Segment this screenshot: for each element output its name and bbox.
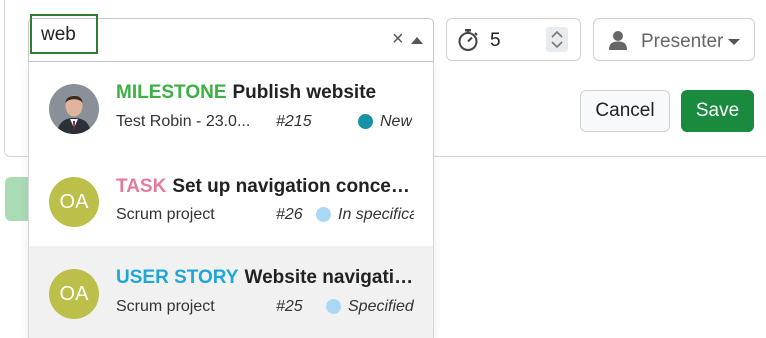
status-dot (326, 299, 341, 314)
result-number: #215 (276, 113, 312, 130)
status-dot (358, 114, 373, 129)
result-title: MILESTONE Publish website (116, 82, 377, 103)
person-icon (608, 30, 628, 55)
result-title: USER STORY Website navigation... (116, 267, 416, 288)
type-label: USER STORY (116, 267, 239, 288)
presenter-label: Presenter (641, 31, 724, 52)
number-stepper[interactable] (546, 27, 568, 52)
caret-up-icon[interactable] (411, 37, 423, 44)
result-number: #25 (276, 298, 303, 315)
avatar: OA (49, 269, 99, 319)
status-dot (316, 207, 331, 222)
result-meta: Test Robin - 23.0... (116, 113, 251, 130)
presenter-select[interactable]: Presenter (593, 18, 755, 61)
avatar (49, 84, 99, 134)
search-results-dropdown: MILESTONE Publish website Test Robin - 23… (28, 62, 434, 338)
stepper-down-icon[interactable] (551, 41, 563, 49)
estimate-field[interactable]: 5 (446, 18, 581, 61)
stopwatch-icon (457, 28, 479, 57)
result-title: TASK Set up navigation concept ... (116, 176, 416, 197)
stepper-up-icon[interactable] (551, 30, 563, 38)
result-meta: Scrum project (116, 206, 215, 223)
estimate-value[interactable]: 5 (490, 30, 501, 52)
type-label: TASK (116, 176, 167, 197)
result-item-highlighted[interactable]: OA USER STORY Website navigation... Scrum… (29, 246, 433, 338)
cancel-button[interactable]: Cancel (580, 90, 670, 132)
clear-icon[interactable]: × (392, 29, 404, 49)
result-item[interactable]: OA TASK Set up navigation concept ... Scr… (29, 154, 433, 246)
status-label: New (380, 113, 413, 130)
result-meta: Scrum project (116, 298, 215, 315)
status-label: Specified (348, 298, 414, 315)
chevron-down-icon (728, 39, 740, 45)
status-label: In specifica (338, 206, 414, 223)
type-label: MILESTONE (116, 82, 227, 103)
avatar: OA (49, 177, 99, 227)
search-input[interactable]: web (30, 14, 98, 54)
result-number: #26 (276, 206, 303, 223)
result-item[interactable]: MILESTONE Publish website Test Robin - 23… (29, 62, 433, 154)
save-button[interactable]: Save (681, 90, 754, 132)
